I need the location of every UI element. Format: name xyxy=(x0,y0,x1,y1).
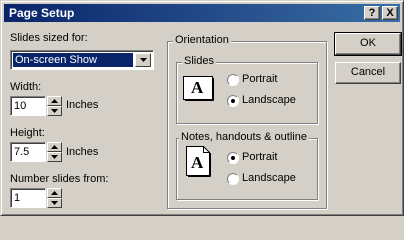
slides-sized-for-select[interactable]: On-screen Show xyxy=(10,50,154,70)
width-spinner[interactable] xyxy=(47,96,62,116)
help-button[interactable]: ? xyxy=(364,6,380,20)
slides-sized-for-value: On-screen Show xyxy=(13,53,133,67)
number-up-icon[interactable] xyxy=(47,188,62,198)
close-button[interactable]: X xyxy=(382,6,398,20)
notes-landscape-label[interactable]: Landscape xyxy=(242,172,296,184)
radio-selected-dot xyxy=(231,99,235,103)
notes-icon-letter: A xyxy=(191,153,204,172)
slides-icon-letter: A xyxy=(191,78,204,97)
landscape-page-icon: A xyxy=(183,76,215,105)
notes-landscape-radio[interactable] xyxy=(227,173,239,185)
height-down-icon[interactable] xyxy=(47,152,62,162)
width-value: 10 xyxy=(14,100,27,112)
width-unit: Inches xyxy=(66,99,99,111)
page-setup-dialog: Page Setup ? X Slides sized for: On-scre… xyxy=(0,0,404,216)
height-unit: Inches xyxy=(66,146,99,158)
notes-orientation-label: Notes, handouts & outline xyxy=(179,131,309,143)
cancel-button[interactable]: Cancel xyxy=(335,62,401,84)
portrait-page-icon: A xyxy=(186,146,212,181)
number-down-icon[interactable] xyxy=(47,198,62,208)
number-slides-from-field[interactable]: 1 xyxy=(10,188,46,208)
slides-landscape-label[interactable]: Landscape xyxy=(242,94,296,106)
slides-portrait-label[interactable]: Portrait xyxy=(242,73,277,85)
width-up-icon[interactable] xyxy=(47,96,62,106)
notes-portrait-radio[interactable] xyxy=(227,152,239,164)
slides-sized-for-label: Slides sized for: xyxy=(10,32,88,44)
slides-portrait-radio[interactable] xyxy=(227,74,239,86)
slides-landscape-radio[interactable] xyxy=(227,95,239,107)
title-bar: Page Setup ? X xyxy=(4,4,400,22)
number-slides-from-value: 1 xyxy=(14,192,21,204)
width-field[interactable]: 10 xyxy=(10,96,46,116)
number-slides-from-spinner[interactable] xyxy=(47,188,62,208)
radio-selected-dot xyxy=(231,156,235,160)
height-spinner[interactable] xyxy=(47,142,62,162)
height-label: Height: xyxy=(10,127,45,139)
height-field[interactable]: 7.5 xyxy=(10,142,46,162)
notes-portrait-label[interactable]: Portrait xyxy=(242,151,277,163)
width-label: Width: xyxy=(10,81,42,93)
width-down-icon[interactable] xyxy=(47,106,62,116)
dialog-title: Page Setup xyxy=(9,6,75,20)
height-value: 7.5 xyxy=(14,146,30,158)
ok-button[interactable]: OK xyxy=(334,32,402,56)
chevron-down-icon[interactable] xyxy=(135,53,151,67)
slides-orientation-label: Slides xyxy=(182,55,216,67)
number-slides-from-label: Number slides from: xyxy=(10,173,109,185)
height-up-icon[interactable] xyxy=(47,142,62,152)
orientation-label: Orientation xyxy=(173,34,231,46)
